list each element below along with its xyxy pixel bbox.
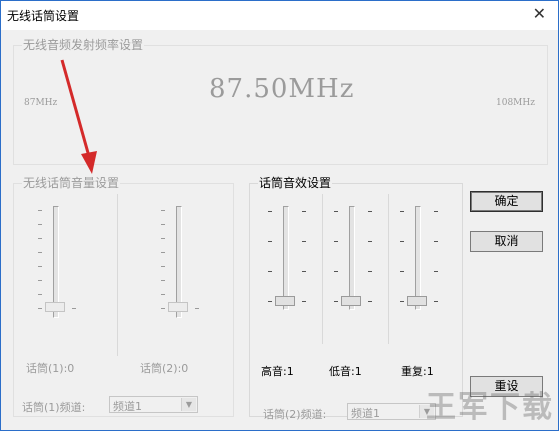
mic1-volume-label: 话筒(1):0 [26,362,75,375]
slider-thumb[interactable] [407,296,427,306]
slider-tick [38,266,42,267]
repeat-label: 重复:1 [401,365,434,378]
slider-tick [334,271,338,272]
slider-tick [161,280,165,281]
annotation-arrow-icon [60,59,97,174]
slider-track [283,206,289,310]
frequency-group-label: 无线音频发射频率设置 [22,38,145,52]
slider-tick [38,308,42,309]
slider-tick [302,211,306,212]
window-title: 无线话筒设置 [7,9,80,23]
slider-tick [38,280,42,281]
slider-tick [161,252,165,253]
slider-tick [195,308,199,309]
slider-tick [38,294,42,295]
slider-tick [72,308,76,309]
mic1-channel-label: 话筒(1)频道: [22,401,86,414]
effects-group-label: 话筒音效设置 [258,176,333,190]
dialog-window: 无线话筒设置 ✕ 无线音频发射频率设置 87.50MHz 87MHz 108MH… [0,0,559,431]
slider-tick [161,294,165,295]
slider-tick [268,301,272,302]
chevron-down-icon[interactable]: ▼ [181,398,196,411]
bass-label: 低音:1 [329,365,362,378]
slider-tick [268,241,272,242]
slider-thumb[interactable] [45,302,65,312]
slider-tick [38,210,42,211]
repeat-slider[interactable] [400,204,445,314]
volume-divider [117,194,118,356]
slider-tick [161,238,165,239]
cancel-button[interactable]: 取消 [470,231,543,252]
frequency-max-label: 108MHz [496,98,535,108]
slider-tick [368,301,372,302]
slider-tick [302,241,306,242]
slider-tick [400,211,404,212]
slider-thumb[interactable] [168,302,188,312]
slider-tick [434,241,438,242]
slider-tick [38,224,42,225]
slider-tick [161,266,165,267]
title-bar[interactable]: 无线话筒设置 ✕ [1,1,558,30]
slider-tick [400,241,404,242]
slider-tick [368,271,372,272]
slider-tick [400,271,404,272]
mic1-volume-slider[interactable] [38,204,83,324]
frequency-min-label: 87MHz [24,98,58,108]
arrow-shaft [60,59,92,161]
slider-tick [334,211,338,212]
slider-tick [161,210,165,211]
slider-tick [434,301,438,302]
slider-tick [334,301,338,302]
close-icon[interactable]: ✕ [533,5,546,23]
slider-track [349,206,355,310]
slider-tick [161,224,165,225]
slider-tick [161,308,165,309]
slider-tick [302,301,306,302]
mic2-channel-value: 频道1 [351,407,380,420]
watermark-logo: 王军下载 [426,390,554,425]
effects-divider [322,194,323,344]
slider-tick [368,241,372,242]
mic2-volume-slider[interactable] [161,204,206,324]
slider-thumb[interactable] [341,296,361,306]
ok-button[interactable]: 确定 [470,191,543,212]
slider-tick [268,211,272,212]
mic1-channel-select[interactable]: 频道1 ▼ [109,396,198,413]
slider-tick [434,211,438,212]
mic2-volume-label: 话筒(2):0 [140,362,189,375]
slider-tick [302,271,306,272]
slider-thumb[interactable] [275,296,295,306]
treble-slider[interactable] [268,204,313,314]
slider-tick [434,271,438,272]
treble-label: 高音:1 [261,365,294,378]
slider-tick [368,211,372,212]
slider-tick [38,238,42,239]
volume-group: 无线话筒音量设置 话筒(1):0 话筒(2):0 话筒(1)频道: 频道1 ▼ [13,176,234,417]
frequency-value: 87.50MHz [209,74,355,104]
bass-slider[interactable] [334,204,379,314]
slider-tick [268,271,272,272]
slider-tick [38,252,42,253]
mic2-channel-select[interactable]: 频道1 ▼ [347,403,436,420]
dialog-client: 无线音频发射频率设置 87.50MHz 87MHz 108MHz 无线话筒音量设… [1,31,558,430]
effects-divider [388,194,389,344]
slider-track [415,206,421,310]
arrow-head [81,151,97,174]
slider-tick [334,241,338,242]
mic1-channel-value: 频道1 [113,400,142,413]
mic2-channel-label: 话筒(2)频道: [263,408,327,421]
slider-tick [400,301,404,302]
